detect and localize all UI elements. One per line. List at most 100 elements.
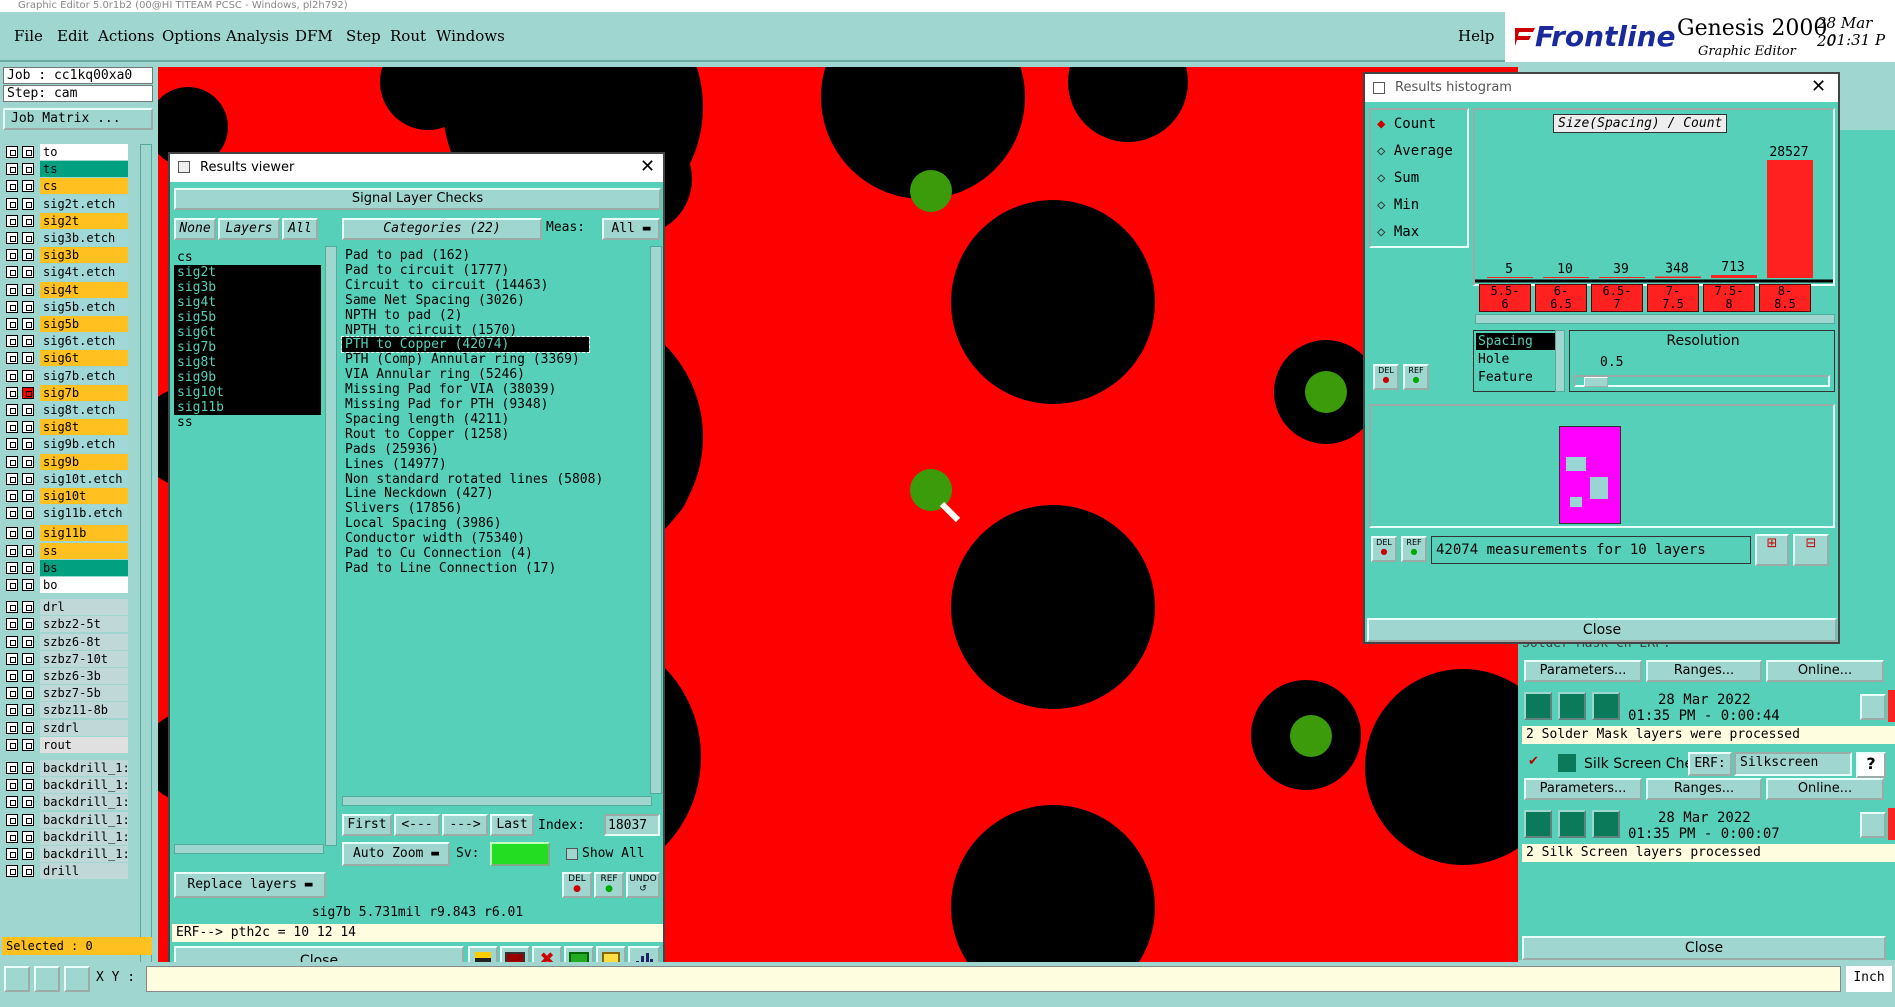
layers-scrollbar[interactable]: [325, 246, 337, 846]
layer-name[interactable]: drill: [40, 863, 128, 880]
layer-row[interactable]: bs: [6, 559, 128, 577]
category-item[interactable]: Missing Pad for PTH (9348): [342, 397, 549, 412]
bin-label[interactable]: 8- 8.5: [1759, 284, 1811, 312]
layer-checkbox[interactable]: [6, 618, 18, 631]
layer-name[interactable]: ts: [40, 161, 128, 178]
layer-display-checkbox[interactable]: [22, 527, 34, 540]
layer-row[interactable]: backdrill_1:: [6, 811, 128, 829]
layer-row[interactable]: backdrill_1:: [6, 846, 128, 863]
layer-checkbox[interactable]: [6, 670, 18, 682]
layer-list-item[interactable]: ss: [174, 415, 321, 430]
category-item[interactable]: NPTH to circuit (1570): [342, 323, 517, 338]
bin-label[interactable]: 7- 7.5: [1647, 284, 1699, 312]
layer-checkbox[interactable]: [6, 865, 18, 878]
index-input[interactable]: [604, 814, 660, 836]
layer-checkbox[interactable]: [6, 472, 18, 485]
layer-checkbox[interactable]: [6, 490, 18, 502]
layer-row[interactable]: sig8t: [6, 419, 128, 436]
export-icon[interactable]: ⊞: [1755, 534, 1789, 566]
layer-name[interactable]: sig3b: [40, 247, 128, 264]
layer-row[interactable]: ts: [6, 161, 128, 178]
zoom-icon[interactable]: [1860, 694, 1886, 720]
category-item[interactable]: Rout to Copper (1258): [342, 427, 509, 442]
measure-tool-icon[interactable]: [34, 966, 60, 992]
layer-name[interactable]: backdrill_1:: [40, 828, 128, 845]
layer-row[interactable]: sig5b.etch: [6, 298, 128, 316]
layer-checkbox[interactable]: [6, 779, 18, 792]
layer-checkbox[interactable]: [6, 404, 18, 416]
layer-row[interactable]: sig11b.etch: [6, 505, 128, 522]
layer-name[interactable]: szbz7-5b: [40, 685, 128, 702]
run-icon[interactable]: [1524, 810, 1552, 838]
layer-display-checkbox[interactable]: [22, 266, 34, 279]
layer-row[interactable]: sig10t: [6, 488, 128, 505]
category-item[interactable]: NPTH to pad (2): [342, 308, 462, 323]
layer-name[interactable]: bs: [40, 559, 128, 576]
layer-display-checkbox[interactable]: [22, 438, 34, 451]
category-item[interactable]: Pads (25936): [342, 442, 439, 457]
layer-list-item[interactable]: sig3b: [174, 280, 321, 295]
layer-row[interactable]: sig8t.etch: [6, 402, 128, 419]
layer-row[interactable]: szbz6-8t: [6, 633, 128, 651]
layer-row[interactable]: backdrill_1:: [6, 794, 128, 811]
layer-display-checkbox[interactable]: [22, 352, 34, 365]
layer-checkbox[interactable]: [6, 507, 18, 520]
ss-ranges-button[interactable]: Ranges...: [1646, 778, 1762, 800]
layers-button[interactable]: Layers: [218, 218, 280, 240]
layer-row[interactable]: sig9b.etch: [6, 436, 128, 453]
category-item[interactable]: PTH (Comp) Annular ring (3369): [342, 352, 580, 367]
layer-checkbox[interactable]: [6, 249, 18, 262]
layer-name[interactable]: to: [40, 144, 128, 160]
category-item[interactable]: Line Neckdown (427): [342, 486, 494, 501]
layer-display-checkbox[interactable]: [22, 779, 34, 792]
histogram-close-button[interactable]: Close: [1367, 618, 1837, 642]
layer-row[interactable]: szbz6-3b: [6, 668, 128, 685]
layer-checkbox[interactable]: [6, 421, 18, 434]
layer-checkbox[interactable]: [6, 601, 18, 614]
layer-display-checkbox[interactable]: [22, 796, 34, 809]
layer-checkbox[interactable]: [6, 635, 18, 648]
ss-online-button[interactable]: Online...: [1766, 778, 1884, 800]
grid-tool-icon[interactable]: [64, 966, 90, 992]
stat-option[interactable]: ◇ Max: [1377, 224, 1419, 240]
categories-button[interactable]: Categories (22): [342, 218, 542, 240]
hist-ref-button[interactable]: REF ●: [1403, 364, 1429, 390]
zoom-icon[interactable]: [1860, 812, 1886, 838]
layer-checkbox[interactable]: [6, 283, 18, 296]
layer-checkbox[interactable]: [6, 232, 18, 244]
stat-option[interactable]: ◇ Min: [1377, 197, 1419, 213]
histogram-bar[interactable]: [1767, 160, 1813, 278]
layer-row[interactable]: sig3b.etch: [6, 230, 128, 247]
layer-row[interactable]: sig7b.etch: [6, 367, 128, 385]
category-item[interactable]: Spacing length (4211): [342, 412, 509, 427]
layer-name[interactable]: sig7b: [40, 384, 128, 401]
layer-name[interactable]: sig9b: [40, 453, 128, 470]
layer-checkbox[interactable]: [6, 830, 18, 843]
layer-row[interactable]: backdrill_1:: [6, 777, 128, 794]
layer-display-checkbox[interactable]: [22, 687, 34, 700]
layer-display-checkbox[interactable]: [22, 762, 34, 774]
layer-display-checkbox[interactable]: [22, 300, 34, 313]
all-button[interactable]: All: [282, 218, 318, 240]
layer-name[interactable]: ss: [40, 542, 128, 559]
stat-option[interactable]: ◇ Average: [1377, 143, 1453, 159]
layer-display-checkbox[interactable]: [22, 232, 34, 244]
layer-list-item[interactable]: sig4t: [174, 295, 321, 310]
layer-name[interactable]: szbz11-8b: [40, 702, 128, 719]
layer-checkbox[interactable]: [6, 214, 18, 227]
menu-edit[interactable]: Edit: [57, 27, 88, 45]
layer-name[interactable]: sig6t: [40, 350, 128, 367]
category-item[interactable]: Pad to Line Connection (17): [342, 561, 556, 576]
category-item[interactable]: Conductor width (75340): [342, 531, 525, 546]
layer-row[interactable]: sig9b: [6, 453, 128, 471]
layer-checkbox[interactable]: [6, 687, 18, 700]
mode-option[interactable]: Feature: [1476, 369, 1556, 386]
sm-parameters-button[interactable]: Parameters...: [1524, 660, 1642, 682]
layer-row[interactable]: sig4t: [6, 281, 128, 299]
layer-row[interactable]: sig6t: [6, 350, 128, 367]
layer-checkbox[interactable]: [6, 796, 18, 809]
layer-name[interactable]: sig2t.etch: [40, 195, 128, 212]
layer-list-item[interactable]: sig2t: [174, 265, 321, 280]
layer-display-checkbox[interactable]: [22, 180, 34, 193]
layer-name[interactable]: drl: [40, 599, 128, 616]
